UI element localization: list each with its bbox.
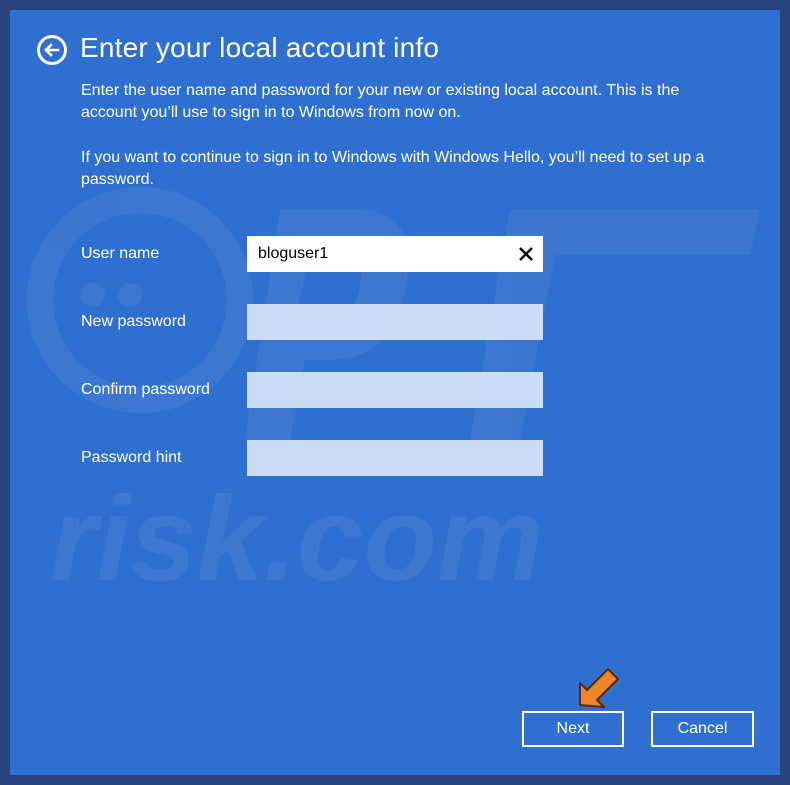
new-password-input[interactable] xyxy=(247,304,507,340)
windows-hello-note: If you want to continue to sign in to Wi… xyxy=(81,149,705,188)
password-hint-label: Password hint xyxy=(81,449,182,466)
username-input[interactable] xyxy=(247,236,507,272)
watermark-text: risk.com xyxy=(50,472,544,606)
username-field[interactable] xyxy=(247,236,543,272)
new-password-label: New password xyxy=(81,313,186,330)
back-arrow-icon xyxy=(44,43,60,57)
confirm-password-input[interactable] xyxy=(247,372,507,408)
pointer-arrow-icon xyxy=(579,668,619,708)
next-button[interactable]: Next xyxy=(522,711,624,747)
account-info-dialog: risk.com Enter your local account info E… xyxy=(10,10,780,775)
page-title: Enter your local account info xyxy=(80,32,440,63)
window-frame: risk.com Enter your local account info E… xyxy=(0,0,790,785)
cancel-button[interactable]: Cancel xyxy=(651,711,754,747)
description-text: Enter the user name and password for you… xyxy=(81,82,680,121)
username-label: User name xyxy=(81,245,160,262)
password-hint-field[interactable] xyxy=(247,440,543,476)
new-password-field[interactable] xyxy=(247,304,543,340)
confirm-password-field[interactable] xyxy=(247,372,543,408)
close-icon[interactable] xyxy=(517,245,535,263)
back-button[interactable] xyxy=(37,35,67,65)
confirm-password-label: Confirm password xyxy=(81,381,210,398)
password-hint-input[interactable] xyxy=(247,440,507,476)
